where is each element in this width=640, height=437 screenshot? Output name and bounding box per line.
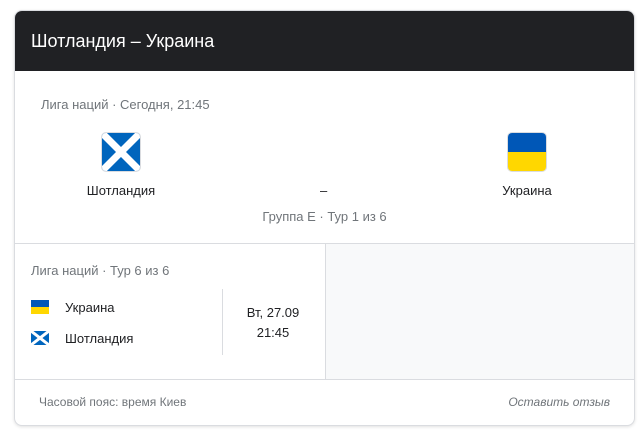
next-match-date: Вт, 27.09: [246, 305, 300, 320]
ukraine-flag-icon: [508, 133, 546, 171]
next-match-meta: Лига наций · Тур 6 из 6: [31, 263, 170, 278]
next-match-team-row[interactable]: Шотландия: [31, 329, 133, 347]
next-match-datetime[interactable]: Вт, 27.09 21:45: [231, 303, 315, 343]
home-team[interactable]: Шотландия: [61, 133, 181, 198]
match-score: –: [320, 183, 328, 198]
next-match-team1: Украина: [65, 299, 115, 315]
scotland-flag-icon: [102, 133, 140, 171]
group-round: Группа E · Тур 1 из 6: [262, 209, 387, 224]
match-header[interactable]: Шотландия – Украина: [15, 11, 634, 71]
divider: [325, 244, 326, 379]
home-team-name: Шотландия: [86, 183, 156, 198]
timezone-label: Часовой пояс: время Киев: [39, 395, 187, 409]
match-title: Шотландия – Украина: [31, 30, 215, 51]
empty-panel: [325, 244, 634, 379]
next-match-team2: Шотландия: [65, 330, 134, 346]
divider: [15, 379, 634, 380]
next-match-time: 21:45: [256, 325, 290, 340]
next-match-team-row[interactable]: Украина: [31, 298, 115, 316]
match-meta: Лига наций · Сегодня, 21:45: [41, 97, 210, 112]
ukraine-flag-icon: [31, 298, 49, 316]
match-card: Шотландия – Украина Лига наций · Сегодня…: [14, 10, 635, 426]
away-team-name: Украина: [502, 183, 552, 198]
away-team[interactable]: Украина: [467, 133, 587, 198]
scotland-flag-icon: [31, 329, 49, 347]
divider: [222, 289, 223, 355]
feedback-link[interactable]: Оставить отзыв: [508, 395, 610, 409]
